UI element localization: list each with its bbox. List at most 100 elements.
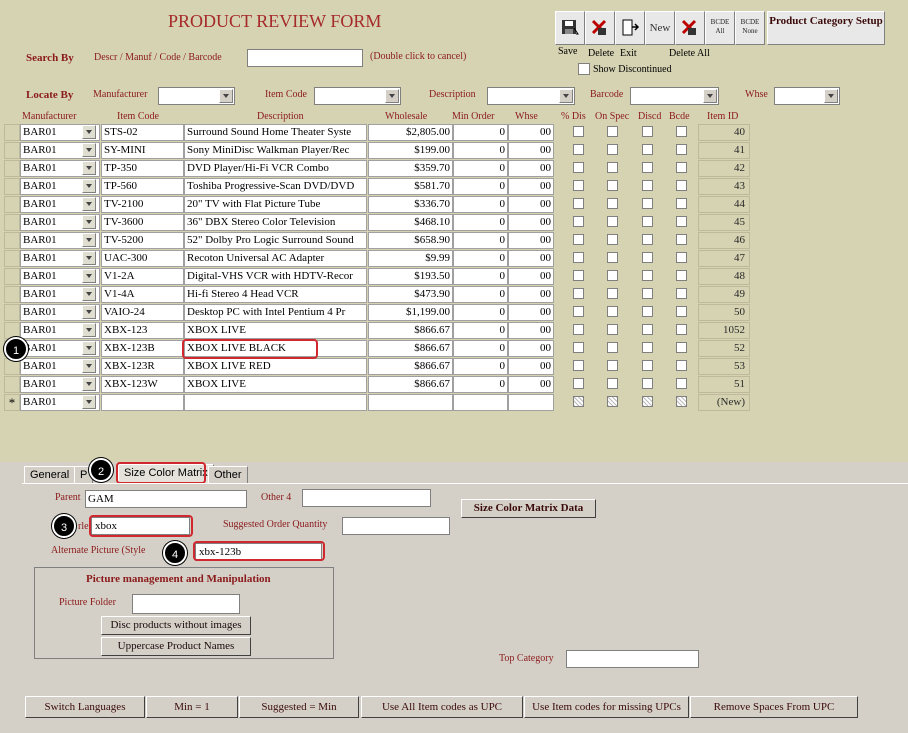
chevron-down-icon[interactable] (82, 251, 96, 265)
locate-manufacturer-select[interactable] (158, 87, 235, 105)
search-input[interactable] (247, 49, 363, 67)
row-selector[interactable] (4, 376, 20, 393)
cell-min-order[interactable]: 0 (453, 232, 508, 249)
cell-whse[interactable]: 00 (508, 214, 554, 231)
checkbox-on-spec[interactable] (607, 144, 618, 155)
chevron-down-icon[interactable] (82, 305, 96, 319)
cell-min-order[interactable]: 0 (453, 124, 508, 141)
chevron-down-icon[interactable] (82, 377, 96, 391)
cell-wholesale[interactable]: $9.99 (368, 250, 453, 267)
suggested-order-qty-input[interactable] (342, 517, 450, 535)
checkbox-on-spec[interactable] (607, 288, 618, 299)
cell-wholesale[interactable]: $193.50 (368, 268, 453, 285)
cell-min-order[interactable]: 0 (453, 376, 508, 393)
picture-folder-input[interactable] (132, 594, 240, 614)
min-equals-1-button[interactable]: Min = 1 (146, 696, 238, 718)
cell-item-code[interactable]: V1-2A (101, 268, 184, 285)
row-selector[interactable] (4, 178, 20, 195)
checkbox-on-spec[interactable] (607, 198, 618, 209)
cell-item-code[interactable]: STS-02 (101, 124, 184, 141)
cell-whse[interactable]: 00 (508, 286, 554, 303)
checkbox-discd[interactable] (642, 198, 653, 209)
checkbox-discd[interactable] (642, 162, 653, 173)
checkbox-pct-dis[interactable] (573, 180, 584, 191)
locate-whse-select[interactable] (774, 87, 840, 105)
cell-description[interactable]: Recoton Universal AC Adapter (184, 250, 367, 267)
cell-min-order[interactable]: 0 (453, 286, 508, 303)
bcde-all-button[interactable]: BCDE All (705, 11, 735, 45)
cell-wholesale[interactable]: $866.67 (368, 358, 453, 375)
cell-description[interactable]: Surround Sound Home Theater Syste (184, 124, 367, 141)
checkbox-pct-dis[interactable] (573, 198, 584, 209)
checkbox-bcde[interactable] (676, 198, 687, 209)
checkbox-discd[interactable] (642, 342, 653, 353)
cell-item-code[interactable]: XBX-123B (101, 340, 184, 357)
cell-min-order[interactable]: 0 (453, 268, 508, 285)
checkbox-bcde[interactable] (676, 126, 687, 137)
parent-input[interactable]: GAM (85, 490, 247, 508)
chevron-down-icon[interactable] (82, 179, 96, 193)
checkbox-pct-dis[interactable] (573, 216, 584, 227)
cell-item-code[interactable]: VAIO-24 (101, 304, 184, 321)
cell-wholesale[interactable]: $866.67 (368, 376, 453, 393)
locate-description-select[interactable] (487, 87, 575, 105)
cell-item-code[interactable]: XBX-123W (101, 376, 184, 393)
show-discontinued-checkbox[interactable] (578, 63, 590, 75)
cell-whse[interactable]: 00 (508, 196, 554, 213)
checkbox-discd[interactable] (642, 306, 653, 317)
exit-button[interactable] (615, 11, 645, 45)
checkbox-discd[interactable] (642, 144, 653, 155)
cell-item-code[interactable]: TV-5200 (101, 232, 184, 249)
row-selector[interactable] (4, 304, 20, 321)
chevron-down-icon[interactable] (82, 269, 96, 283)
checkbox-pct-dis[interactable] (573, 162, 584, 173)
chevron-down-icon[interactable] (82, 143, 96, 157)
checkbox-discd[interactable] (642, 252, 653, 263)
checkbox-on-spec[interactable] (607, 126, 618, 137)
cell-item-code[interactable]: UAC-300 (101, 250, 184, 267)
cell-description[interactable]: Toshiba Progressive-Scan DVD/DVD (184, 178, 367, 195)
cell-whse[interactable]: 00 (508, 142, 554, 159)
checkbox-on-spec[interactable] (607, 216, 618, 227)
cell-description[interactable]: XBOX LIVE RED (184, 358, 367, 375)
chevron-down-icon[interactable] (82, 323, 96, 337)
checkbox-pct-dis[interactable] (573, 144, 584, 155)
new-button[interactable]: New (645, 11, 675, 45)
bcde-none-button[interactable]: BCDE None (735, 11, 765, 45)
checkbox-pct-dis[interactable] (573, 126, 584, 137)
cell-description[interactable] (184, 394, 367, 411)
cell-description[interactable]: 52" Dolby Pro Logic Surround Sound (184, 232, 367, 249)
cell-description[interactable]: Sony MiniDisc Walkman Player/Rec (184, 142, 367, 159)
checkbox-pct-dis[interactable] (573, 360, 584, 371)
checkbox-on-spec[interactable] (607, 342, 618, 353)
cell-whse[interactable]: 00 (508, 124, 554, 141)
checkbox-on-spec[interactable] (607, 234, 618, 245)
cell-wholesale[interactable]: $359.70 (368, 160, 453, 177)
cell-item-code[interactable]: SY-MINI (101, 142, 184, 159)
cell-wholesale[interactable]: $336.70 (368, 196, 453, 213)
chevron-down-icon[interactable] (82, 215, 96, 229)
checkbox-on-spec[interactable] (607, 252, 618, 263)
chevron-down-icon[interactable] (82, 161, 96, 175)
checkbox-pct-dis[interactable] (573, 378, 584, 389)
row-selector[interactable] (4, 142, 20, 159)
checkbox-discd[interactable] (642, 360, 653, 371)
checkbox-bcde[interactable] (676, 324, 687, 335)
checkbox-on-spec[interactable] (607, 180, 618, 191)
remove-spaces-upc-button[interactable]: Remove Spaces From UPC (690, 696, 858, 718)
other4-input[interactable] (302, 489, 431, 507)
checkbox-bcde[interactable] (676, 180, 687, 191)
checkbox-pct-dis[interactable] (573, 396, 584, 407)
checkbox-bcde[interactable] (676, 270, 687, 281)
row-selector[interactable] (4, 286, 20, 303)
suggested-equals-min-button[interactable]: Suggested = Min (239, 696, 359, 718)
checkbox-discd[interactable] (642, 126, 653, 137)
cell-wholesale[interactable]: $866.67 (368, 340, 453, 357)
checkbox-bcde[interactable] (676, 234, 687, 245)
delete-button[interactable] (585, 11, 615, 45)
save-button[interactable] (555, 11, 585, 45)
cell-wholesale[interactable]: $199.00 (368, 142, 453, 159)
product-category-setup-button[interactable]: Product Category Setup (767, 11, 885, 45)
cell-wholesale[interactable]: $468.10 (368, 214, 453, 231)
chevron-down-icon[interactable] (82, 233, 96, 247)
